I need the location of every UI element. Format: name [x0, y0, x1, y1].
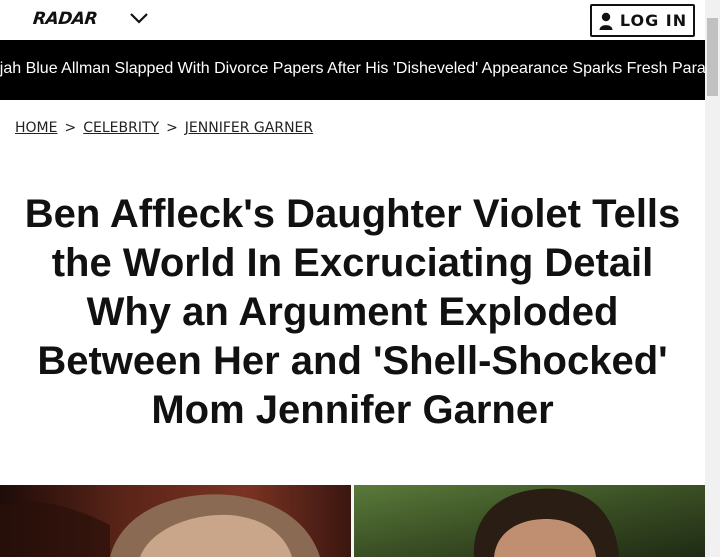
hero-photo-left: [0, 485, 351, 557]
photo-left-art: [0, 485, 351, 557]
chevron-down-icon[interactable]: [129, 10, 149, 26]
user-icon: [599, 12, 613, 30]
photo-right-art: [354, 485, 705, 557]
breadcrumb-home[interactable]: HOME: [15, 120, 57, 136]
hero-photo-right: [354, 485, 705, 557]
article-headline: Ben Affleck's Daughter Violet Tells the …: [24, 192, 681, 432]
breadcrumb-celebrity[interactable]: CELEBRITY: [83, 120, 159, 136]
article-hero-images: [0, 485, 705, 557]
breadcrumb-separator: >: [64, 120, 77, 136]
login-label: LOG IN: [619, 11, 688, 30]
scrollbar-thumb[interactable]: [707, 18, 718, 96]
site-header: RADAR LOG IN: [0, 0, 705, 40]
breadcrumb-jennifer-garner[interactable]: JENNIFER GARNER: [185, 120, 313, 136]
news-ticker[interactable]: Elijah Blue Allman Slapped With Divorce …: [0, 40, 705, 100]
ticker-headline[interactable]: Elijah Blue Allman Slapped With Divorce …: [0, 60, 705, 78]
breadcrumb-separator: >: [166, 120, 178, 136]
login-button[interactable]: LOG IN: [590, 4, 695, 37]
breadcrumb: HOME > CELEBRITY > JENNIFER GARNER: [15, 120, 313, 136]
radar-logo[interactable]: RADAR: [32, 9, 98, 29]
